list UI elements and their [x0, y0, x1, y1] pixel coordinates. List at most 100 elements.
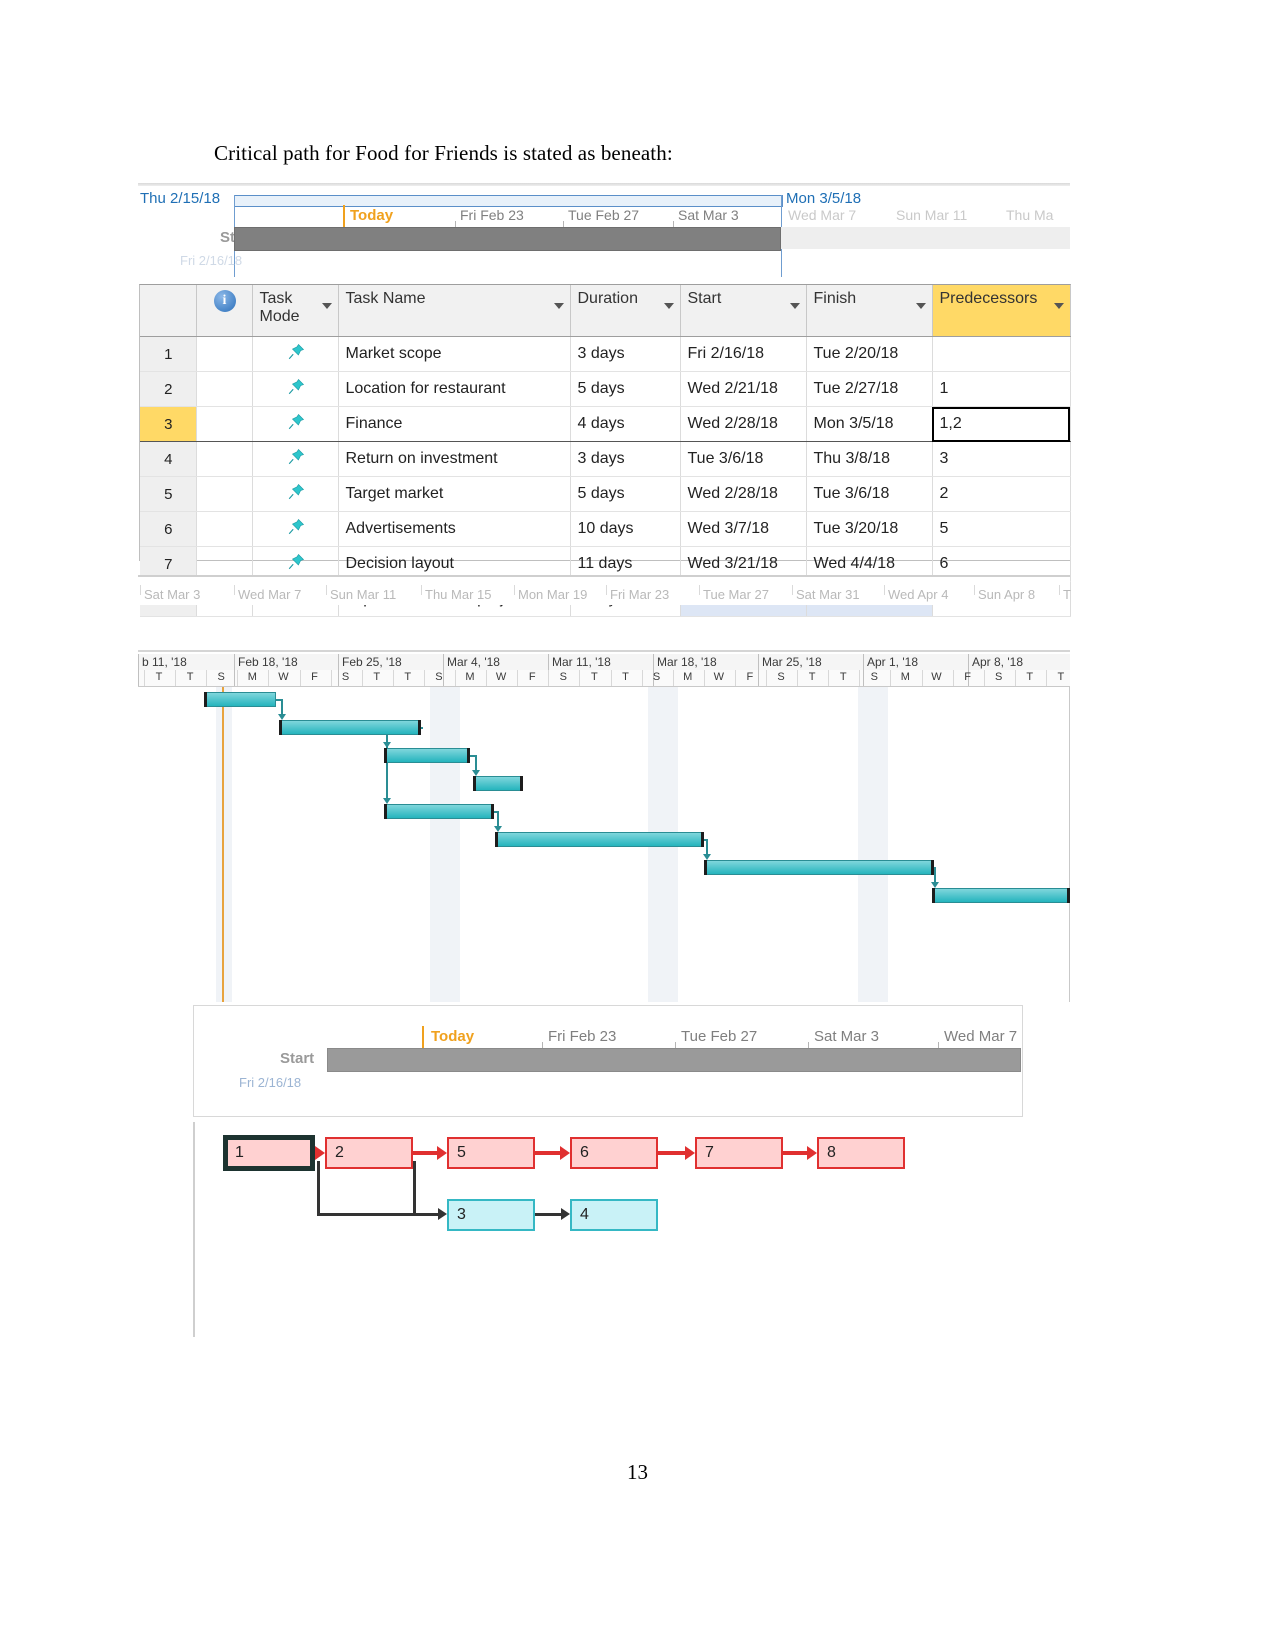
network-arrow [413, 1151, 438, 1155]
chevron-down-icon[interactable] [553, 303, 564, 309]
gantt-day-label: T [155, 671, 163, 683]
row-info-cell[interactable] [196, 336, 253, 372]
gantt-bar[interactable] [384, 804, 494, 819]
gantt-day-label: T [1026, 671, 1034, 683]
row-predecessors[interactable]: 1,2 [932, 406, 1071, 442]
row-predecessors[interactable] [932, 336, 1071, 372]
table-row[interactable]: 1 Market scope 3 days Fri 2/16/18 Tue 2/20/1… [140, 336, 1071, 372]
gantt-day-separator [237, 670, 239, 686]
table-row[interactable]: 5 Target market 5 days Wed 2/28/18 Tue 3/6/1… [140, 476, 1071, 512]
task-table[interactable]: i Task Mode Task Name Duration Start Fin… [140, 285, 1071, 617]
gantt-bar[interactable] [932, 888, 1070, 903]
network-node-critical[interactable]: 6 [570, 1137, 658, 1169]
row-start[interactable]: Wed 3/7/18 [680, 511, 807, 547]
row-number[interactable]: 6 [140, 511, 197, 547]
col-header-finish[interactable]: Finish [806, 285, 933, 337]
timeline-start-bar [234, 227, 781, 251]
row-finish[interactable]: Thu 3/8/18 [806, 441, 933, 477]
row-duration[interactable]: 4 days [570, 406, 681, 442]
gantt-chart-panel[interactable]: b 11, '18 Feb 18, '18 Feb 25, '18 Mar 4, '1… [138, 650, 1070, 1002]
row-duration[interactable]: 5 days [570, 476, 681, 512]
row-info-cell[interactable] [196, 371, 253, 407]
col-header-start[interactable]: Start [680, 285, 807, 337]
col-header-task-mode[interactable]: Task Mode [252, 285, 339, 337]
gantt-bar-start-cap [204, 692, 207, 707]
table-row[interactable]: 4 Return on investment 3 days Tue 3/6/18 Thu… [140, 441, 1071, 477]
row-task-mode[interactable] [252, 406, 339, 442]
row-finish[interactable]: Tue 2/20/18 [806, 336, 933, 372]
col-header-duration[interactable]: Duration [570, 285, 681, 337]
chevron-down-icon[interactable] [789, 303, 800, 309]
row-duration[interactable]: 3 days [570, 441, 681, 477]
row-task-mode[interactable] [252, 336, 339, 372]
row-info-cell[interactable] [196, 511, 253, 547]
network-node-critical[interactable]: 7 [695, 1137, 783, 1169]
gantt-bar[interactable] [204, 692, 276, 707]
chevron-down-icon[interactable] [321, 303, 332, 309]
row-task-mode[interactable] [252, 371, 339, 407]
row-start[interactable]: Wed 2/21/18 [680, 371, 807, 407]
row-start[interactable]: Tue 3/6/18 [680, 441, 807, 477]
gantt-bar[interactable] [279, 720, 421, 735]
row-predecessors[interactable]: 2 [932, 476, 1071, 512]
row-start[interactable]: Fri 2/16/18 [680, 336, 807, 372]
row-task-name[interactable]: Finance [338, 406, 571, 442]
chevron-down-icon[interactable] [663, 303, 674, 309]
row-task-mode[interactable] [252, 476, 339, 512]
row-finish[interactable]: Mon 3/5/18 [806, 406, 933, 442]
table-row[interactable]: 3 Finance 4 days Wed 2/28/18 Mon 3/5/18 1,2 [140, 406, 1071, 442]
row-finish[interactable]: Tue 3/20/18 [806, 511, 933, 547]
row-duration[interactable]: 5 days [570, 371, 681, 407]
row-start[interactable]: Wed 2/28/18 [680, 476, 807, 512]
row-info-cell[interactable] [196, 406, 253, 442]
row-number[interactable]: 4 [140, 441, 197, 477]
row-number[interactable]: 5 [140, 476, 197, 512]
row-task-name[interactable]: Advertisements [338, 511, 571, 547]
row-finish[interactable]: Tue 3/6/18 [806, 476, 933, 512]
gantt-bar[interactable] [495, 832, 704, 847]
row-info-cell[interactable] [196, 476, 253, 512]
gantt-bar[interactable] [384, 748, 470, 763]
row-task-name[interactable]: Market scope [338, 336, 571, 372]
gantt-today-line [222, 687, 224, 1002]
gantt-day-separator [1014, 670, 1016, 686]
col-header-duration-label: Duration [577, 290, 638, 307]
col-header-task-name[interactable]: Task Name [338, 285, 571, 337]
row-duration[interactable]: 3 days [570, 336, 681, 372]
gantt-day-separator [144, 670, 145, 686]
row-predecessors[interactable]: 1 [932, 371, 1071, 407]
col-header-predecessors[interactable]: Predecessors [932, 285, 1071, 337]
gantt-bar[interactable] [704, 860, 934, 875]
network-node-noncritical[interactable]: 4 [570, 1199, 658, 1231]
row-task-name[interactable]: Location for restaurant [338, 371, 571, 407]
row-finish[interactable]: Tue 2/27/18 [806, 371, 933, 407]
chevron-down-icon[interactable] [915, 303, 926, 309]
row-start[interactable]: Wed 2/28/18 [680, 406, 807, 442]
network-node-critical[interactable]: 2 [325, 1137, 413, 1169]
network-node-critical[interactable]: 5 [447, 1137, 535, 1169]
row-number[interactable]: 1 [140, 336, 197, 372]
col-header-rownum[interactable] [140, 285, 197, 337]
row-duration[interactable]: 10 days [570, 511, 681, 547]
row-task-name[interactable]: Target market [338, 476, 571, 512]
row-predecessors[interactable]: 3 [932, 441, 1071, 477]
network-node-noncritical[interactable]: 3 [447, 1199, 535, 1231]
row-task-mode[interactable] [252, 511, 339, 547]
gantt-bar-end-cap [701, 832, 704, 847]
chevron-down-icon[interactable] [1053, 303, 1064, 309]
network-node-critical[interactable]: 8 [817, 1137, 905, 1169]
timeline-top-panel: Thu 2/15/18 Mon 3/5/18 Today Fri Feb 23 … [138, 183, 1070, 277]
col-header-info[interactable]: i [196, 285, 253, 337]
network-diagram-panel[interactable]: 12567834 [193, 1122, 1023, 1337]
row-info-cell[interactable] [196, 441, 253, 477]
table-row[interactable]: 6 Advertisements 10 days Wed 3/7/18 Tue 3/20… [140, 511, 1071, 547]
gantt-bar[interactable] [473, 776, 523, 791]
row-task-name[interactable]: Return on investment [338, 441, 571, 477]
gantt-week-separator [863, 654, 864, 686]
row-number[interactable]: 2 [140, 371, 197, 407]
table-row[interactable]: 2 Location for restaurant 5 days Wed 2/21/1… [140, 371, 1071, 407]
row-number[interactable]: 3 [140, 406, 197, 442]
task-table-panel[interactable]: i Task Mode Task Name Duration Start Fin… [139, 284, 1071, 617]
row-predecessors[interactable]: 5 [932, 511, 1071, 547]
row-task-mode[interactable] [252, 441, 339, 477]
